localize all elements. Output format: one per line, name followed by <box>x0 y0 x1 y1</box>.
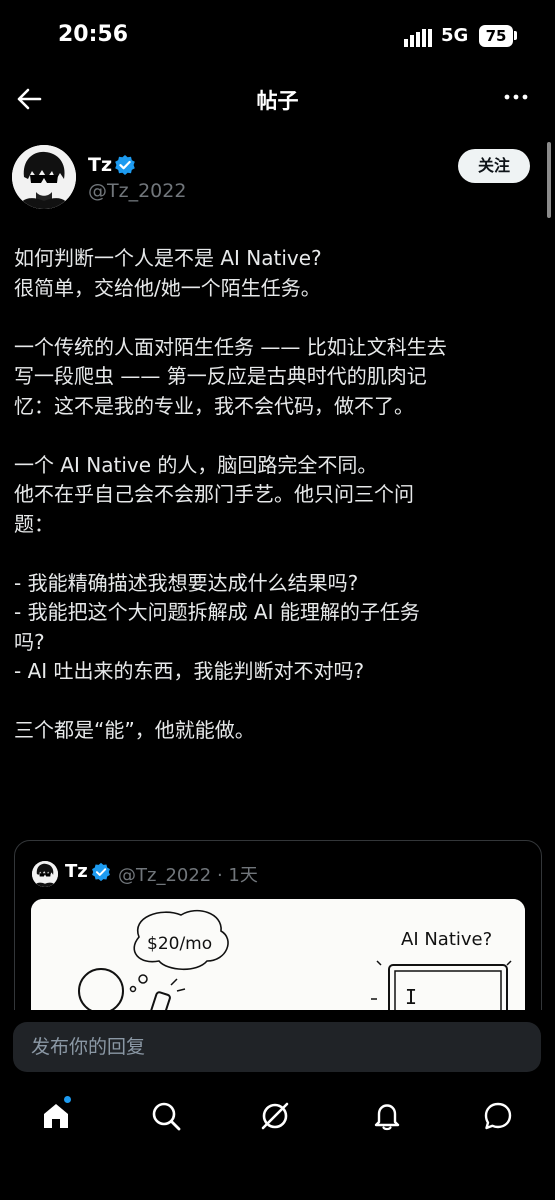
network-label: 5G <box>441 25 469 46</box>
status-bar: 20:56 5G 75 <box>0 0 555 70</box>
post-line: 吗? <box>14 629 45 654</box>
post-line: 很简单，交给他/她一个陌生任务。 <box>14 275 321 300</box>
grok-icon[interactable] <box>259 1100 291 1132</box>
reply-input[interactable] <box>13 1022 541 1072</box>
status-time: 20:56 <box>58 22 129 47</box>
post-paragraph: - 我能精确描述我想要达成什么结果吗? - 我能把这个大问题拆解成 AI 能理解… <box>14 569 544 687</box>
author-name[interactable]: Tz <box>88 154 112 176</box>
post-line: 写一段爬虫 —— 第一反应是古典时代的肌肉记 <box>14 364 427 388</box>
page-title: 帖子 <box>256 89 299 113</box>
avatar[interactable] <box>12 145 76 209</box>
message-icon[interactable] <box>482 1100 514 1132</box>
top-bar: 帖子 <box>0 70 555 128</box>
bell-icon[interactable] <box>371 1100 403 1132</box>
verified-badge-icon <box>115 155 135 175</box>
post-line: - 我能把这个大问题拆解成 AI 能理解的子任务 <box>14 600 420 624</box>
battery-tip <box>514 31 517 40</box>
screen-title: AI Native? <box>401 929 492 950</box>
post-line: 三个都是“能”，他就能做。 <box>14 718 255 742</box>
follow-button[interactable]: 关注 <box>458 149 530 183</box>
search-icon[interactable] <box>150 1100 182 1132</box>
home-icon[interactable] <box>40 1100 72 1132</box>
post-line: - 我能精确描述我想要达成什么结果吗? <box>14 570 359 595</box>
more-icon[interactable] <box>504 92 528 102</box>
price-label: $20/mo <box>147 934 212 954</box>
post-line: 他不在乎自己会不会那门手艺。他只问三个问 <box>14 482 414 506</box>
post-line: - AI 吐出来的东西，我能判断对不对吗? <box>14 659 365 683</box>
post-text: 如何判断一个人是不是 AI Native? 很简单，交给他/她一个陌生任务。 一… <box>14 244 544 746</box>
post-line: 忆：这不是我的专业，我不会代码，做不了。 <box>14 393 414 418</box>
cursor-glyph: I <box>405 985 417 1009</box>
quoted-avatar <box>32 861 58 887</box>
post-line: 如何判断一个人是不是 AI Native? <box>14 246 322 270</box>
post-paragraph: 一个传统的人面对陌生任务 —— 比如让文科生去 写一段爬虫 —— 第一反应是古典… <box>14 333 544 422</box>
author-handle[interactable]: @Tz_2022 <box>88 180 186 202</box>
post-line: 一个传统的人面对陌生任务 —— 比如让文科生去 <box>14 334 447 359</box>
post-paragraph: 一个 AI Native 的人，脑回路完全不同。 他不在乎自己会不会那门手艺。他… <box>14 451 544 540</box>
quoted-meta: @Tz_2022 · 1天 <box>118 865 258 886</box>
scrollbar-thumb[interactable] <box>547 142 551 218</box>
post-paragraph: 如何判断一个人是不是 AI Native? 很简单，交给他/她一个陌生任务。 <box>14 244 544 303</box>
battery-icon: 75 <box>479 25 513 47</box>
quoted-author-name: Tz <box>65 861 88 882</box>
avatar-image <box>12 145 76 209</box>
post-paragraph: 三个都是“能”，他就能做。 <box>14 716 544 746</box>
signal-icon <box>404 29 432 47</box>
verified-badge-icon <box>92 862 110 882</box>
post-line: 一个 AI Native 的人，脑回路完全不同。 <box>14 452 378 477</box>
post-line: 题： <box>14 511 54 536</box>
